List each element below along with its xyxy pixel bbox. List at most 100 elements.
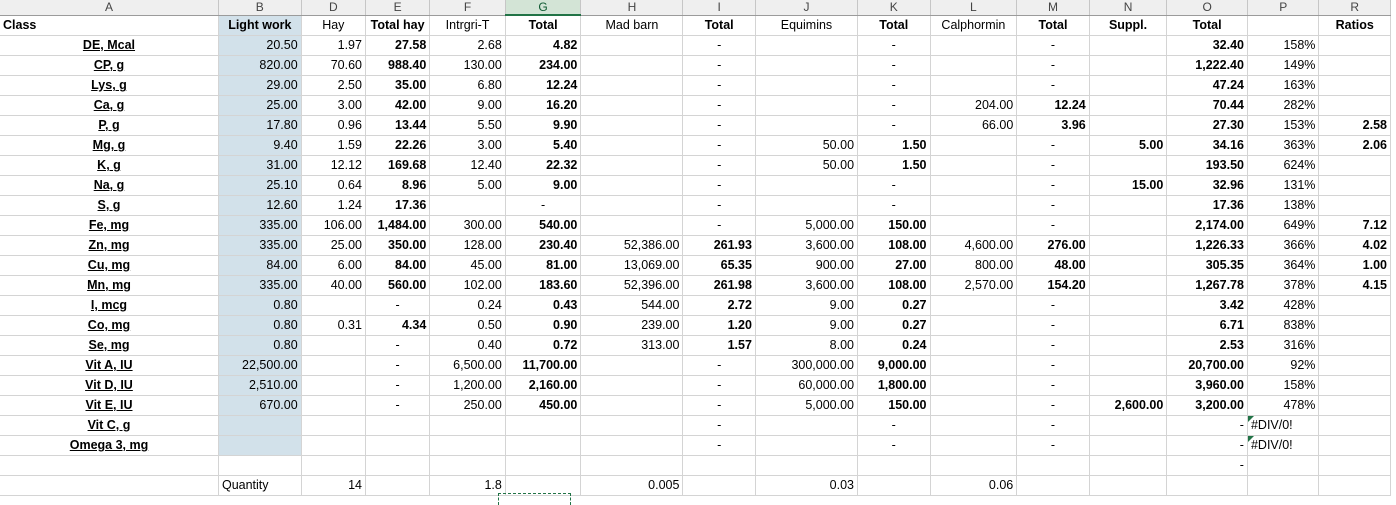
data-cell[interactable]: 478% xyxy=(1247,395,1320,416)
header-cell[interactable]: Total xyxy=(1016,15,1090,36)
data-cell[interactable] xyxy=(755,435,859,456)
data-cell[interactable]: 2.58 xyxy=(1318,115,1391,136)
data-cell[interactable]: - xyxy=(682,175,756,196)
header-cell[interactable]: Intrgri-T xyxy=(429,15,506,36)
data-cell[interactable]: 2.50 xyxy=(301,75,366,96)
data-cell[interactable] xyxy=(930,75,1018,96)
data-cell[interactable]: 9.40 xyxy=(218,135,302,156)
data-cell[interactable]: 366% xyxy=(1247,235,1320,256)
data-cell[interactable]: 4.34 xyxy=(365,315,431,336)
data-cell[interactable] xyxy=(930,315,1018,336)
data-cell[interactable] xyxy=(755,55,859,76)
data-cell[interactable]: 12.24 xyxy=(505,75,582,96)
data-cell[interactable]: - xyxy=(1016,295,1090,316)
data-cell[interactable]: 988.40 xyxy=(365,55,431,76)
data-cell[interactable]: 5.00 xyxy=(1089,135,1168,156)
data-cell[interactable]: 5,000.00 xyxy=(755,215,859,236)
data-cell[interactable]: 3,200.00 xyxy=(1166,395,1248,416)
data-cell[interactable] xyxy=(1318,75,1391,96)
row-label-cell[interactable]: Co, mg xyxy=(0,315,219,336)
data-cell[interactable]: Quantity xyxy=(218,475,302,496)
data-cell[interactable]: 1.97 xyxy=(301,35,366,56)
data-cell[interactable] xyxy=(301,355,366,376)
data-cell[interactable]: 0.03 xyxy=(755,475,859,496)
data-cell[interactable]: 9.90 xyxy=(505,115,582,136)
data-cell[interactable]: 9.00 xyxy=(505,175,582,196)
data-cell[interactable]: 3.96 xyxy=(1016,115,1090,136)
data-cell[interactable]: 154.20 xyxy=(1016,275,1090,296)
data-cell[interactable]: 158% xyxy=(1247,375,1320,396)
data-cell[interactable]: 3.00 xyxy=(429,135,506,156)
data-cell[interactable]: 624% xyxy=(1247,155,1320,176)
header-cell[interactable]: Total hay xyxy=(365,15,431,36)
data-cell[interactable]: 1.20 xyxy=(682,315,756,336)
data-cell[interactable] xyxy=(930,55,1018,76)
data-cell[interactable]: 3,600.00 xyxy=(755,235,859,256)
data-cell[interactable] xyxy=(580,375,684,396)
data-cell[interactable] xyxy=(301,395,366,416)
data-cell[interactable] xyxy=(505,435,582,456)
data-cell[interactable]: 1,200.00 xyxy=(429,375,506,396)
data-cell[interactable] xyxy=(1089,475,1168,496)
data-cell[interactable]: 544.00 xyxy=(580,295,684,316)
data-cell[interactable]: - xyxy=(1016,315,1090,336)
data-cell[interactable]: - xyxy=(857,175,931,196)
data-cell[interactable] xyxy=(1247,475,1320,496)
data-cell[interactable] xyxy=(930,455,1018,476)
data-cell[interactable] xyxy=(429,435,506,456)
data-cell[interactable]: 130.00 xyxy=(429,55,506,76)
data-cell[interactable] xyxy=(1089,95,1168,116)
data-cell[interactable]: 4.82 xyxy=(505,35,582,56)
data-cell[interactable] xyxy=(1318,35,1391,56)
data-cell[interactable]: 4.15 xyxy=(1318,275,1391,296)
row-label-cell[interactable]: Vit D, IU xyxy=(0,375,219,396)
column-header-p[interactable]: P xyxy=(1247,0,1320,16)
data-cell[interactable]: - xyxy=(682,435,756,456)
data-cell[interactable] xyxy=(429,415,506,436)
data-cell[interactable]: 313.00 xyxy=(580,335,684,356)
data-cell[interactable]: - xyxy=(857,415,931,436)
data-cell[interactable] xyxy=(429,455,506,476)
data-cell[interactable]: 335.00 xyxy=(218,235,302,256)
data-cell[interactable]: 13,069.00 xyxy=(580,255,684,276)
column-header-i[interactable]: I xyxy=(682,0,756,16)
data-cell[interactable] xyxy=(1089,455,1168,476)
data-cell[interactable] xyxy=(365,435,431,456)
data-cell[interactable]: 81.00 xyxy=(505,255,582,276)
data-cell[interactable] xyxy=(301,335,366,356)
data-cell[interactable]: 2,570.00 xyxy=(930,275,1018,296)
data-cell[interactable] xyxy=(580,355,684,376)
data-cell[interactable]: - xyxy=(1166,455,1248,476)
data-cell[interactable]: 230.40 xyxy=(505,235,582,256)
data-cell[interactable] xyxy=(1089,335,1168,356)
data-cell[interactable] xyxy=(365,475,431,496)
data-cell[interactable]: - xyxy=(1016,155,1090,176)
data-cell[interactable] xyxy=(580,395,684,416)
data-cell[interactable]: 92% xyxy=(1247,355,1320,376)
data-cell[interactable]: 163% xyxy=(1247,75,1320,96)
column-header-n[interactable]: N xyxy=(1089,0,1168,16)
header-cell[interactable] xyxy=(1247,15,1320,36)
data-cell[interactable]: - xyxy=(682,215,756,236)
data-cell[interactable] xyxy=(930,215,1018,236)
data-cell[interactable]: 0.31 xyxy=(301,315,366,336)
data-cell[interactable] xyxy=(301,455,366,476)
data-cell[interactable]: 169.68 xyxy=(365,155,431,176)
data-cell[interactable] xyxy=(1089,415,1168,436)
data-cell[interactable]: 1.57 xyxy=(682,335,756,356)
data-cell[interactable]: - xyxy=(365,335,431,356)
data-cell[interactable]: 17.80 xyxy=(218,115,302,136)
data-cell[interactable] xyxy=(755,195,859,216)
data-cell[interactable] xyxy=(1089,155,1168,176)
data-cell[interactable]: - xyxy=(857,435,931,456)
data-cell[interactable]: - xyxy=(1016,135,1090,156)
data-cell[interactable]: 276.00 xyxy=(1016,235,1090,256)
data-cell[interactable]: 282% xyxy=(1247,95,1320,116)
data-cell[interactable] xyxy=(580,455,684,476)
data-cell[interactable]: 52,396.00 xyxy=(580,275,684,296)
data-cell[interactable]: 66.00 xyxy=(930,115,1018,136)
data-cell[interactable]: 29.00 xyxy=(218,75,302,96)
data-cell[interactable]: 108.00 xyxy=(857,235,931,256)
row-label-cell[interactable]: Mn, mg xyxy=(0,275,219,296)
data-cell[interactable]: #DIV/0! xyxy=(1247,415,1320,436)
